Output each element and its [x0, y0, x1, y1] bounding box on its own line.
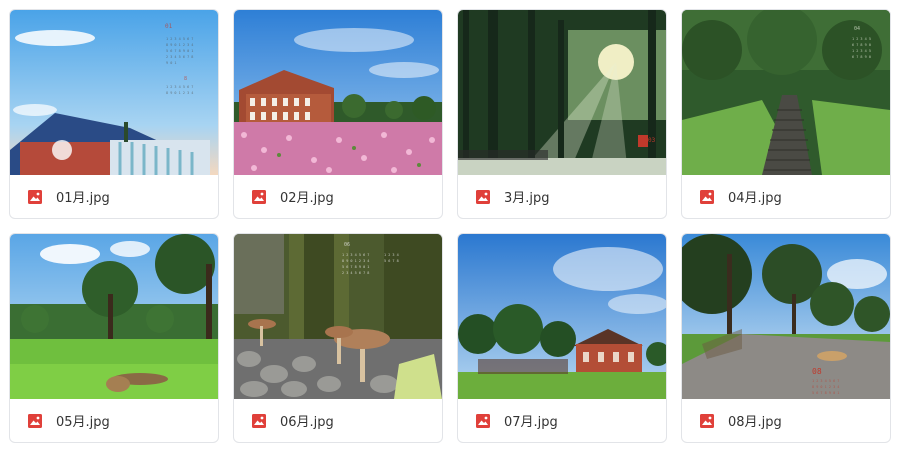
file-name: 01月.jpg — [56, 191, 110, 206]
svg-text:5 6 7 8 9 0 1: 5 6 7 8 9 0 1 — [166, 49, 193, 53]
svg-text:8 9 0 1 2 3 4: 8 9 0 1 2 3 4 — [166, 43, 193, 47]
svg-text:1 2 3 4 5 6 7: 1 2 3 4 5 6 7 — [166, 37, 193, 41]
file-label[interactable]: 04月.jpg — [682, 175, 890, 218]
file-name: 04月.jpg — [728, 191, 782, 206]
svg-text:2 3 4 5 6 7 8: 2 3 4 5 6 7 8 — [342, 271, 369, 275]
file-card[interactable]: 01 1 2 3 4 5 6 7 8 9 0 1 2 3 4 5 6 7 8 9 … — [9, 9, 219, 219]
file-label[interactable]: 05月.jpg — [10, 399, 218, 442]
svg-text:8 9 0 1 2 3 4: 8 9 0 1 2 3 4 — [812, 385, 839, 389]
file-label[interactable]: 3月.jpg — [458, 175, 666, 218]
svg-text:8 9 0 1 2 3 4: 8 9 0 1 2 3 4 — [342, 259, 369, 263]
image-thumbnail[interactable] — [10, 234, 218, 399]
svg-text:8: 8 — [184, 76, 187, 82]
file-card[interactable]: 02月.jpg — [233, 9, 443, 219]
file-card[interactable]: 03 3月.jpg — [457, 9, 667, 219]
image-file-icon — [252, 413, 266, 428]
file-name: 02月.jpg — [280, 191, 334, 206]
file-label[interactable]: 02月.jpg — [234, 175, 442, 218]
svg-text:6 7 8 9 0: 6 7 8 9 0 — [852, 55, 871, 59]
file-card[interactable]: 06 1 2 3 4 5 6 7 8 9 0 1 2 3 4 5 6 7 8 9 … — [233, 233, 443, 443]
image-file-icon — [28, 189, 42, 204]
image-file-icon — [28, 413, 42, 428]
image-thumbnail[interactable]: 06 1 2 3 4 5 6 7 8 9 0 1 2 3 4 5 6 7 8 9 … — [234, 234, 442, 399]
file-name: 06月.jpg — [280, 415, 334, 430]
svg-text:08: 08 — [812, 367, 822, 376]
svg-text:2 3 4 5 6 7 8: 2 3 4 5 6 7 8 — [166, 55, 193, 59]
image-thumbnail[interactable] — [458, 234, 666, 399]
file-label[interactable]: 08月.jpg — [682, 399, 890, 442]
svg-text:5 6 7 8: 5 6 7 8 — [384, 259, 399, 263]
file-label[interactable]: 06月.jpg — [234, 399, 442, 442]
svg-text:04: 04 — [854, 26, 860, 32]
svg-text:1 2 3 4 5: 1 2 3 4 5 — [852, 49, 871, 53]
file-label[interactable]: 01月.jpg — [10, 175, 218, 218]
image-thumbnail[interactable]: 01 1 2 3 4 5 6 7 8 9 0 1 2 3 4 5 6 7 8 9 … — [10, 10, 218, 175]
file-card[interactable]: 08 1 2 3 4 5 6 7 8 9 0 1 2 3 4 5 6 7 8 9 0… — [681, 233, 891, 443]
image-thumbnail[interactable] — [234, 10, 442, 175]
image-file-icon — [700, 189, 714, 204]
svg-text:1 2 3 4 5 6 7: 1 2 3 4 5 6 7 — [342, 253, 369, 257]
image-thumbnail[interactable]: 08 1 2 3 4 5 6 7 8 9 0 1 2 3 4 5 6 7 8 9 0… — [682, 234, 890, 399]
image-file-icon — [252, 189, 266, 204]
svg-text:06: 06 — [344, 242, 350, 248]
svg-text:8 9 0 1 2 3 4: 8 9 0 1 2 3 4 — [166, 91, 193, 95]
svg-text:1 2 3 4: 1 2 3 4 — [384, 253, 399, 257]
svg-text:9 0 1: 9 0 1 — [166, 61, 177, 65]
svg-text:03: 03 — [648, 137, 656, 144]
svg-text:01: 01 — [165, 23, 173, 30]
image-file-icon — [476, 413, 490, 428]
svg-text:5 6 7 8 9 0 1: 5 6 7 8 9 0 1 — [812, 391, 839, 395]
svg-text:1 2 3 4 5 6 7: 1 2 3 4 5 6 7 — [812, 379, 839, 383]
image-file-icon — [476, 189, 490, 204]
file-name: 08月.jpg — [728, 415, 782, 430]
image-thumbnail[interactable]: 03 — [458, 10, 666, 175]
file-card[interactable]: 04 1 2 3 4 5 6 7 8 9 0 1 2 3 4 5 6 7 8 9 0… — [681, 9, 891, 219]
file-card[interactable]: 07月.jpg — [457, 233, 667, 443]
file-grid: 01 1 2 3 4 5 6 7 8 9 0 1 2 3 4 5 6 7 8 9 … — [9, 9, 891, 443]
file-name: 3月.jpg — [504, 191, 550, 206]
image-file-icon — [700, 413, 714, 428]
image-thumbnail[interactable]: 04 1 2 3 4 5 6 7 8 9 0 1 2 3 4 5 6 7 8 9 0 — [682, 10, 890, 175]
svg-text:5 6 7 8 9 0 1: 5 6 7 8 9 0 1 — [342, 265, 369, 269]
file-label[interactable]: 07月.jpg — [458, 399, 666, 442]
svg-text:1 2 3 4 5: 1 2 3 4 5 — [852, 37, 871, 41]
file-name: 07月.jpg — [504, 415, 558, 430]
file-name: 05月.jpg — [56, 415, 110, 430]
svg-text:1 2 3 4 5 6 7: 1 2 3 4 5 6 7 — [166, 85, 193, 89]
file-card[interactable]: 05月.jpg — [9, 233, 219, 443]
svg-text:6 7 8 9 0: 6 7 8 9 0 — [852, 43, 871, 47]
